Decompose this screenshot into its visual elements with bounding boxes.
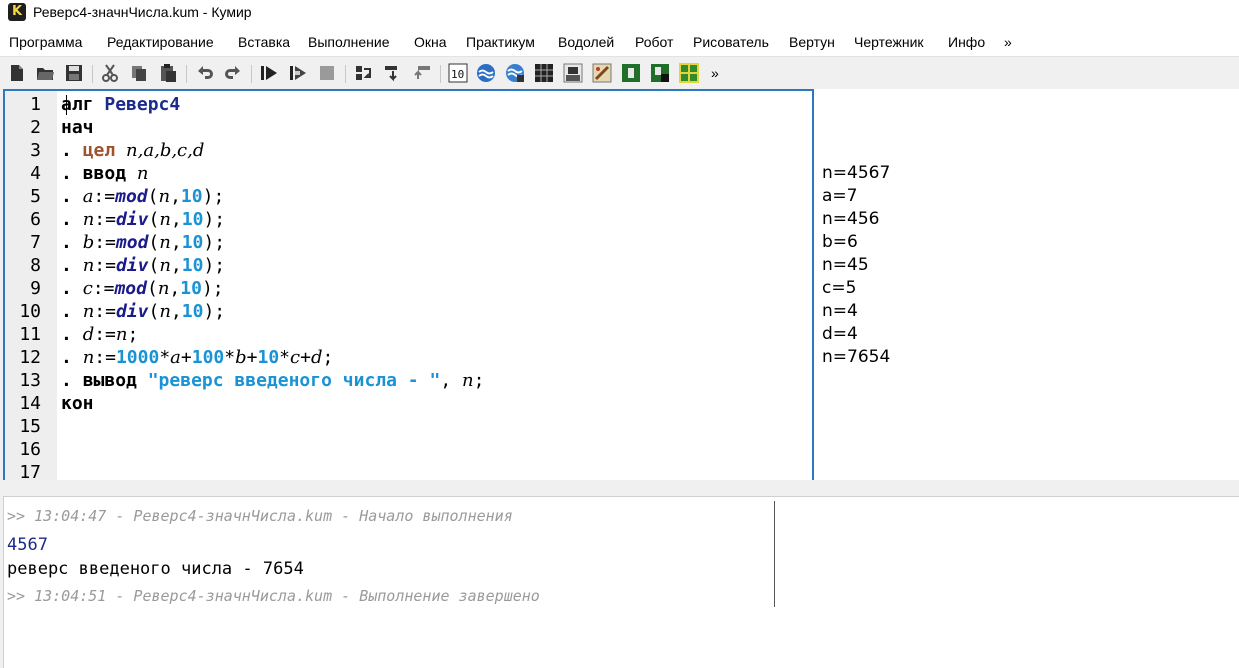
menu-windows[interactable]: Окна (414, 34, 447, 50)
console-input-echo: 4567 (7, 535, 48, 555)
step-run-icon[interactable] (288, 63, 308, 83)
menu-info[interactable]: Инфо (948, 34, 985, 50)
calculator-actor-icon[interactable] (650, 63, 670, 83)
toolbar-more[interactable]: » (711, 65, 719, 81)
svg-text:10: 10 (451, 68, 464, 81)
draw-actor-icon[interactable] (679, 63, 699, 83)
line-number: 5 (30, 186, 41, 207)
margin-value: n=4 (822, 301, 858, 321)
menu-painter[interactable]: Рисователь (693, 34, 769, 50)
margin-value: n=4567 (822, 163, 891, 183)
console-divider (774, 501, 775, 607)
margin-value: c=5 (822, 278, 857, 298)
line-number: 10 (19, 301, 41, 322)
line-number: 4 (30, 163, 41, 184)
margin-value: n=45 (822, 255, 869, 275)
line-number: 3 (30, 140, 41, 161)
variable-values-margin: n=4567 a=7 n=456 b=6 n=45 c=5 n=4 d=4 n=… (814, 89, 1239, 480)
line-number: 13 (19, 370, 41, 391)
line-number: 14 (19, 393, 41, 414)
menu-edit[interactable]: Редактирование (107, 34, 214, 50)
open-folder-icon[interactable] (35, 63, 55, 83)
menu-bar: Программа Редактирование Вставка Выполне… (0, 28, 1239, 56)
console-log-end: >> 13:04:51 - Реверс4-значнЧисла.kum - В… (7, 587, 540, 605)
cut-icon[interactable] (100, 63, 120, 83)
line-number: 15 (19, 416, 41, 437)
code-line[interactable]: . вывод "реверс введеного числа - ", n; (61, 370, 484, 391)
code-line[interactable]: . a:=mod(n,10); (61, 186, 224, 207)
painter-actor-icon[interactable] (592, 63, 612, 83)
toolbar-separator (92, 65, 93, 83)
code-line[interactable]: . c:=mod(n,10); (61, 278, 224, 299)
toolbar-separator (186, 65, 187, 83)
step-out-icon[interactable] (412, 63, 432, 83)
toolbar-separator (251, 65, 252, 83)
turtle-actor-icon[interactable] (621, 63, 641, 83)
menu-draftsman[interactable]: Чертежник (854, 34, 924, 50)
code-line[interactable]: . n:=div(n,10); (61, 255, 225, 276)
line-number: 16 (19, 439, 41, 460)
undo-icon[interactable] (195, 63, 215, 83)
line-number: 1 (30, 94, 41, 115)
toolbar-separator (345, 65, 346, 83)
console-output[interactable]: >> 13:04:47 - Реверс4-значнЧисла.kum - Н… (3, 496, 1239, 668)
kumir-app-icon: K (8, 3, 26, 21)
code-line[interactable]: кон (61, 393, 94, 414)
menu-vodoley[interactable]: Водолей (558, 34, 614, 50)
code-line[interactable]: . n:=1000*a+100*b+10*c+d; (61, 347, 333, 368)
code-line[interactable]: . d:=n; (61, 324, 138, 345)
robot-actor-icon[interactable] (563, 63, 583, 83)
menu-robot[interactable]: Робот (635, 34, 673, 50)
redo-icon[interactable] (223, 63, 243, 83)
stop-icon[interactable] (317, 63, 337, 83)
new-file-icon[interactable] (7, 63, 27, 83)
console-log-start: >> 13:04:47 - Реверс4-значнЧисла.kum - Н… (7, 507, 513, 525)
margin-value: n=456 (822, 209, 880, 229)
code-line[interactable]: . n:=div(n,10); (61, 301, 225, 322)
menu-program[interactable]: Программа (9, 34, 82, 50)
title-bar: K Реверс4-значнЧисла.kum - Кумир (0, 0, 1239, 28)
line-number: 6 (30, 209, 41, 230)
line-number: 2 (30, 117, 41, 138)
panel-splitter[interactable] (0, 480, 1239, 496)
line-number: 17 (19, 462, 41, 482)
margin-value: d=4 (822, 324, 858, 344)
copy-icon[interactable] (129, 63, 149, 83)
counter-actor-icon[interactable]: 10 (448, 63, 468, 83)
step-over-icon[interactable] (354, 63, 374, 83)
window-title: Реверс4-значнЧисла.kum - Кумир (33, 4, 252, 20)
toolbar: 10 » (0, 56, 1239, 90)
code-line[interactable]: . b:=mod(n,10); (61, 232, 225, 253)
margin-value: b=6 (822, 232, 858, 252)
menu-insert[interactable]: Вставка (238, 34, 290, 50)
save-icon[interactable] (64, 63, 84, 83)
code-line[interactable]: . ввод n (61, 163, 148, 184)
aquarius-actor-icon[interactable] (476, 63, 496, 83)
line-number: 11 (19, 324, 41, 345)
menu-practicum[interactable]: Практикум (466, 34, 535, 50)
run-icon[interactable] (259, 63, 279, 83)
code-line[interactable]: . n:=div(n,10); (61, 209, 225, 230)
menu-run[interactable]: Выполнение (308, 34, 389, 50)
aquarius-alt-actor-icon[interactable] (505, 63, 525, 83)
console-program-output: реверс введеного числа - 7654 (7, 559, 304, 579)
line-number: 9 (30, 278, 41, 299)
menu-vertun[interactable]: Вертун (789, 34, 835, 50)
code-line[interactable]: . цел n,a,b,c,d (61, 140, 204, 161)
code-line[interactable]: алг Реверс4 (61, 94, 180, 115)
line-number: 8 (30, 255, 41, 276)
code-editor[interactable]: 1 2 3 4 5 6 7 8 9 10 11 12 13 14 15 16 1… (3, 89, 816, 482)
line-number: 12 (19, 347, 41, 368)
line-number-gutter: 1 2 3 4 5 6 7 8 9 10 11 12 13 14 15 16 1… (5, 91, 57, 480)
grid-actor-icon[interactable] (534, 63, 554, 83)
margin-value: a=7 (822, 186, 858, 206)
margin-value: n=7654 (822, 347, 891, 367)
line-number: 7 (30, 232, 41, 253)
code-line[interactable]: нач (61, 117, 94, 138)
step-in-icon[interactable] (383, 63, 403, 83)
menu-more[interactable]: » (1004, 34, 1012, 50)
toolbar-separator (440, 65, 441, 83)
paste-icon[interactable] (158, 63, 178, 83)
